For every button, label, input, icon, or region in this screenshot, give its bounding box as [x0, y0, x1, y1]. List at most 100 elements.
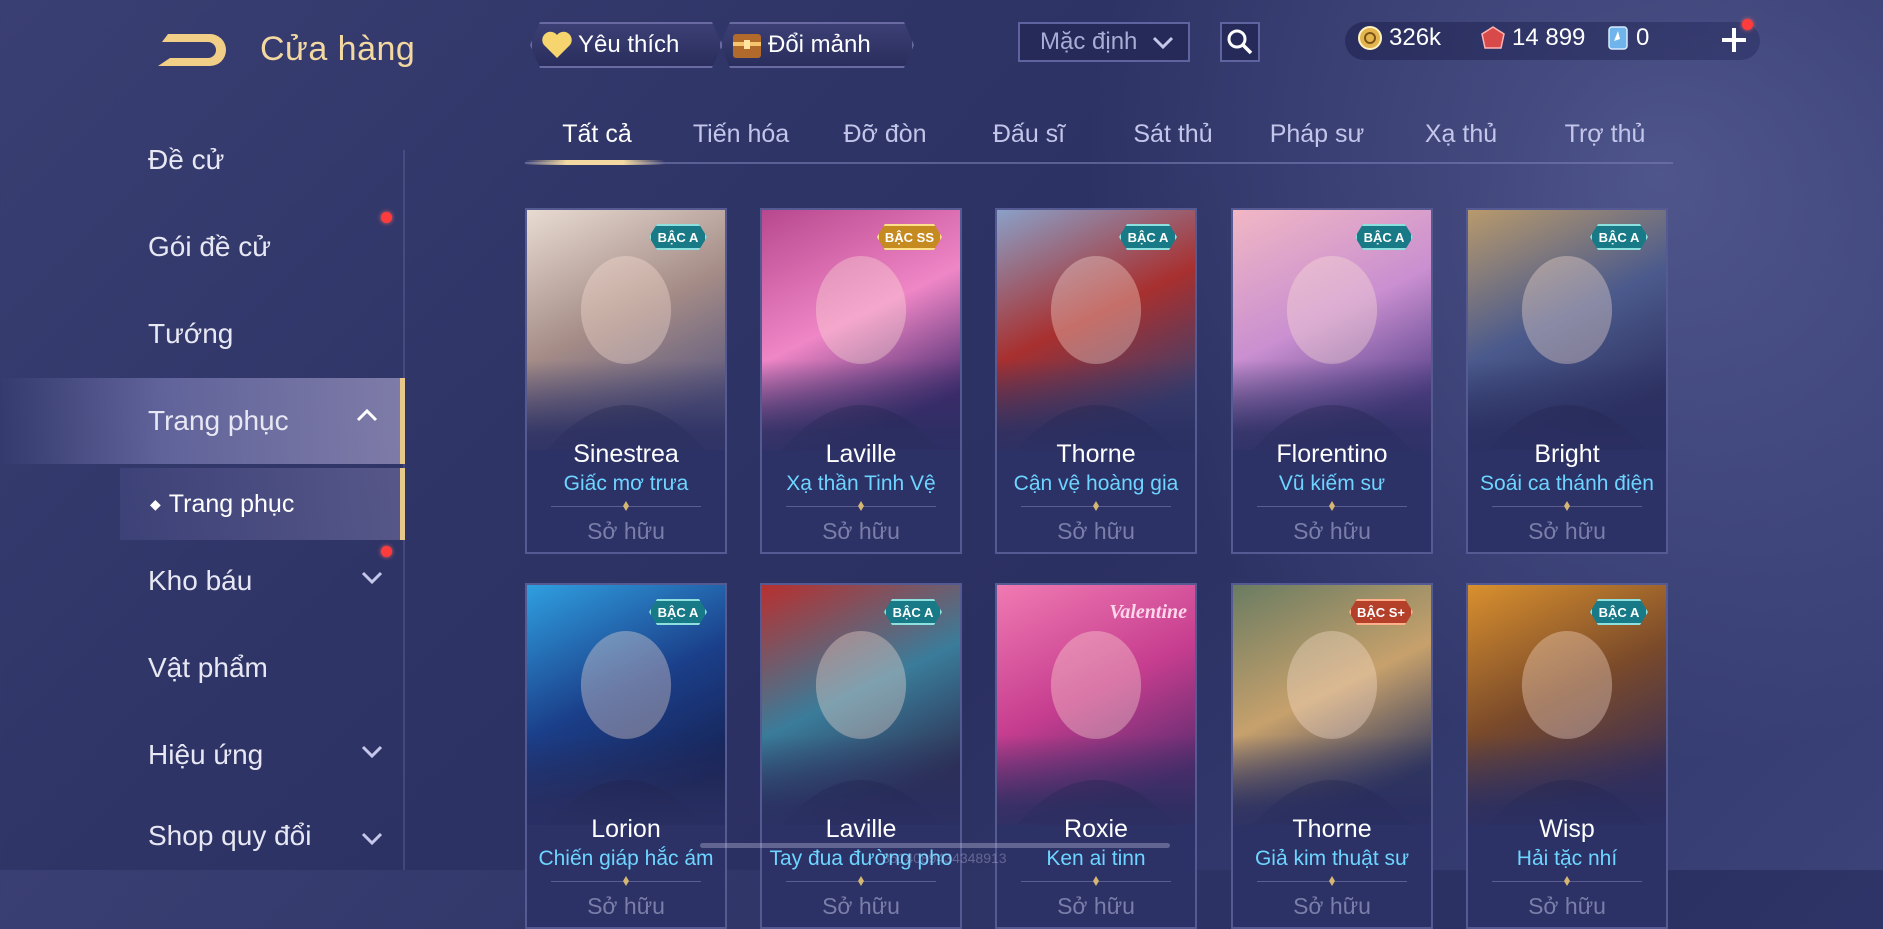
owned-status: Sở hữu: [587, 893, 665, 919]
chevron-up-icon: [356, 408, 378, 422]
horizontal-scrollbar[interactable]: [700, 843, 1170, 848]
tab-phap-su[interactable]: Pháp sư: [1245, 120, 1389, 149]
sidebar-subitem-trang-phuc[interactable]: ◆ Trang phục: [120, 468, 405, 540]
skin-card[interactable]: BẬC A Thorne Cận vệ hoàng gia Sở hữu: [995, 208, 1197, 554]
category-tabs: Tất cả Tiến hóa Đỡ đòn Đấu sĩ Sát thủ Ph…: [525, 112, 1677, 165]
tabs-underline: [525, 162, 1673, 164]
sidebar-item-tuong[interactable]: Tướng: [0, 294, 405, 374]
quan-huy-amount: 0: [1636, 24, 1650, 51]
sidebar-item-label: Đề cử: [148, 144, 225, 175]
sidebar-item-hieu-ung[interactable]: Hiệu ứng: [0, 715, 405, 795]
gold-coin-icon: [1358, 26, 1382, 50]
tier-badge: BẬC A: [649, 599, 707, 625]
tab-tat-ca[interactable]: Tất cả: [525, 120, 669, 149]
gold-currency: 326k: [1357, 24, 1441, 52]
sidebar-item-kho-bau[interactable]: Kho báu: [0, 541, 405, 621]
back-button[interactable]: [150, 28, 228, 72]
chevron-down-icon: [361, 745, 383, 759]
sidebar-item-shop-quy-doi[interactable]: Shop quy đổi: [0, 802, 405, 870]
hero-name: Laville: [825, 440, 897, 468]
skin-name: Chiến giáp hắc ám: [538, 847, 714, 870]
skin-card[interactable]: BẬC A Lorion Chiến giáp hắc ám Sở hữu: [525, 583, 727, 929]
sidebar-item-label: Hiệu ứng: [148, 739, 264, 770]
skin-card[interactable]: BẬC A Bright Soái ca thánh điện Sở hữu: [1466, 208, 1668, 554]
tab-sat-thu[interactable]: Sát thủ: [1101, 120, 1245, 149]
search-icon: [1227, 29, 1253, 55]
hero-name: Sinestrea: [573, 440, 679, 468]
notification-dot: [381, 546, 392, 557]
sidebar-item-label: Shop quy đổi: [148, 820, 312, 851]
owned-status: Sở hữu: [1057, 893, 1135, 919]
skin-card[interactable]: BẬC S+ Thorne Giả kim thuật sư Sở hữu: [1231, 583, 1433, 929]
voucher-currency: 14 899: [1480, 24, 1585, 52]
sidebar-item-label: Gói đề cử: [148, 231, 272, 262]
skin-name: Ken ai tinn: [1046, 847, 1146, 870]
skin-name: Hải tặc nhí: [1516, 847, 1618, 870]
search-button[interactable]: [1220, 22, 1260, 62]
chevron-down-icon: [361, 571, 383, 585]
skin-name: Giả kim thuật sư: [1254, 847, 1410, 870]
gold-amount: 326k: [1389, 24, 1442, 51]
hero-name: Wisp: [1539, 815, 1595, 843]
voucher-icon: [1481, 26, 1505, 49]
tab-dau-si[interactable]: Đấu sĩ: [957, 120, 1101, 149]
skin-card[interactable]: BẬC A Florentino Vũ kiếm sư Sở hữu: [1231, 208, 1433, 554]
sidebar-item-label: Vật phẩm: [148, 652, 268, 683]
skin-card[interactable]: Valentine Roxie Ken ai tinn Sở hữu: [995, 583, 1197, 929]
skin-card[interactable]: BẬC A Sinestrea Giấc mơ trưa Sở hữu: [525, 208, 727, 554]
hero-name: Thorne: [1056, 440, 1136, 468]
tier-badge: BẬC A: [884, 599, 942, 625]
owned-status: Sở hữu: [1057, 518, 1135, 544]
sidebar-item-de-cu[interactable]: Đề cử: [0, 120, 405, 200]
sidebar-item-vat-pham[interactable]: Vật phẩm: [0, 628, 405, 708]
sort-dropdown[interactable]: Mặc định: [1018, 22, 1190, 62]
tab-tro-thu[interactable]: Trợ thủ: [1533, 120, 1677, 149]
sidebar-item-trang-phuc[interactable]: Trang phục: [0, 378, 405, 464]
owned-status: Sở hữu: [822, 518, 900, 544]
skin-card[interactable]: BẬC SS Laville Xạ thần Tinh Vệ Sở hữu: [760, 208, 962, 554]
hero-name: Roxie: [1064, 815, 1128, 843]
tier-badge: BẬC S+: [1349, 599, 1413, 625]
skin-name: Xạ thần Tinh Vệ: [786, 472, 936, 495]
tab-do-don[interactable]: Đỡ đòn: [813, 120, 957, 149]
tier-badge: Valentine: [1109, 600, 1187, 623]
hero-name: Bright: [1534, 440, 1600, 468]
voucher-amount: 14 899: [1512, 24, 1586, 51]
tier-badge: BẬC A: [649, 224, 707, 250]
owned-status: Sở hữu: [1293, 518, 1371, 544]
tier-badge: BẬC A: [1119, 224, 1177, 250]
tier-badge: BẬC A: [1590, 599, 1648, 625]
back-arrow-icon: [158, 34, 226, 66]
tier-badge: BẬC A: [1590, 224, 1648, 250]
notification-dot: [381, 212, 392, 223]
owned-status: Sở hữu: [1293, 893, 1371, 919]
favorites-button[interactable]: Yêu thích: [530, 22, 722, 68]
bullet-icon: ◆: [150, 495, 161, 512]
skin-name: Vũ kiếm sư: [1278, 472, 1386, 495]
owned-status: Sở hữu: [587, 518, 665, 544]
skin-card[interactable]: BẬC A Laville Tay đua đường pho Sở hữu: [760, 583, 962, 929]
owned-status: Sở hữu: [1528, 893, 1606, 919]
hero-name: Thorne: [1292, 815, 1372, 843]
active-tab-indicator: [525, 160, 665, 165]
chest-icon: [730, 28, 764, 62]
hero-name: Laville: [825, 815, 897, 843]
owned-status: Sở hữu: [822, 893, 900, 919]
exchange-fragments-button[interactable]: Đổi mảnh: [720, 22, 914, 68]
chevron-down-icon: [361, 832, 383, 846]
tab-xa-thu[interactable]: Xạ thủ: [1389, 120, 1533, 149]
heart-icon: [540, 28, 574, 62]
sidebar-item-label: Trang phục: [148, 405, 289, 436]
tier-badge: BẬC SS: [877, 224, 942, 250]
skin-card[interactable]: BẬC A Wisp Hải tặc nhí Sở hữu: [1466, 583, 1668, 929]
hero-name: Lorion: [591, 815, 661, 843]
tier-badge: BẬC A: [1355, 224, 1413, 250]
sidebar-item-goi-de-cu[interactable]: Gói đề cử: [0, 207, 405, 287]
owned-status: Sở hữu: [1528, 518, 1606, 544]
hero-name: Florentino: [1276, 440, 1388, 468]
sidebar-subitem-label: Trang phục: [168, 489, 295, 518]
notification-dot: [1742, 19, 1753, 30]
watermark-id: 3514089434348913: [882, 850, 1007, 866]
tab-tien-hoa[interactable]: Tiến hóa: [669, 120, 813, 149]
sidebar-item-label: Tướng: [148, 318, 234, 349]
